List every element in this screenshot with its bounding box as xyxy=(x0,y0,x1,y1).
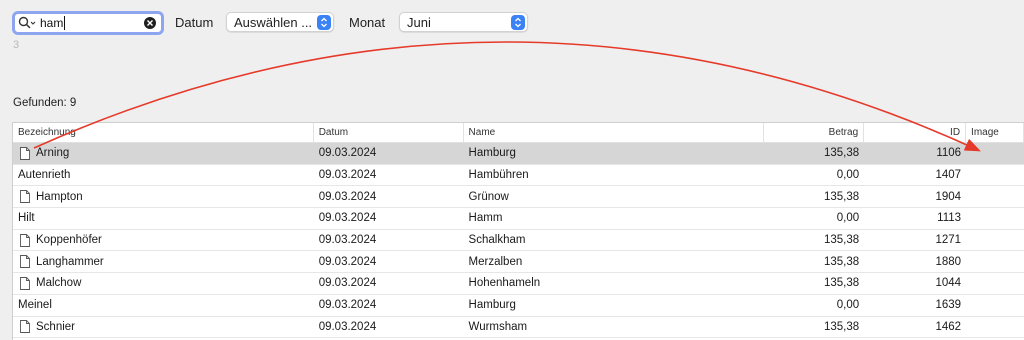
cell-datum: 09.03.2024 xyxy=(318,299,377,312)
cell-name: Merzalben xyxy=(468,255,523,268)
cell-name: Grünow xyxy=(468,190,509,203)
found-count: Gefunden: 9 xyxy=(13,97,77,109)
table-row[interactable]: Arning 09.03.2024 Hamburg 135,38 1106 xyxy=(13,143,1024,165)
search-field[interactable]: ham xyxy=(12,11,164,35)
cell-id: 1271 xyxy=(935,234,962,247)
cell-betrag: 135,38 xyxy=(823,147,860,160)
cell-betrag: 135,38 xyxy=(823,190,860,203)
monat-select-value: Juni xyxy=(407,14,431,30)
table-row[interactable]: Meinel 09.03.2024 Hamburg 0,00 1639 xyxy=(13,295,1024,317)
cell-image xyxy=(966,295,1024,316)
search-input[interactable]: ham xyxy=(40,16,143,31)
cell-image xyxy=(966,273,1024,294)
cell-name: Hamburg xyxy=(468,147,516,160)
cell-id: 1106 xyxy=(936,147,962,160)
cell-bezeichnung: Hilt xyxy=(18,212,35,225)
document-icon xyxy=(18,320,36,334)
cell-betrag: 135,38 xyxy=(823,255,860,268)
up-down-chevron-icon xyxy=(317,15,331,30)
document-icon xyxy=(18,146,36,160)
cell-betrag: 0,00 xyxy=(836,212,860,225)
cell-name: Wurmsham xyxy=(468,320,528,333)
cell-datum: 09.03.2024 xyxy=(318,212,377,225)
column-header-betrag[interactable]: Betrag xyxy=(764,123,865,143)
column-header-name[interactable]: Name xyxy=(464,123,765,143)
cell-bezeichnung: Langhammer xyxy=(13,251,314,272)
document-icon xyxy=(18,255,36,269)
table-row[interactable]: Koppenhöfer 09.03.2024 Schalkham 135,38 1271 xyxy=(13,230,1024,252)
search-icon[interactable] xyxy=(18,15,38,31)
datum-label: Datum xyxy=(175,15,214,30)
cell-image xyxy=(966,230,1024,251)
table-body: Arning 09.03.2024 Hamburg 135,38 1106 Autenri… xyxy=(13,143,1024,339)
cell-datum: 09.03.2024 xyxy=(318,190,377,203)
cell-datum: 09.03.2024 xyxy=(318,277,377,290)
cell-betrag: 135,38 xyxy=(823,234,860,247)
cell-name: Hamm xyxy=(468,212,503,225)
cell-betrag: 135,38 xyxy=(823,320,860,333)
table-row[interactable]: Hampton 09.03.2024 Grünow 135,38 1904 xyxy=(13,186,1024,209)
cell-betrag: 0,00 xyxy=(836,169,860,182)
cell-datum: 09.03.2024 xyxy=(318,255,377,268)
cell-bezeichnung: Arning xyxy=(13,143,314,164)
table-row[interactable]: Schnier 09.03.2024 Wurmsham 135,38 1462 xyxy=(13,317,1024,339)
cell-bezeichnung: Malchow xyxy=(13,273,314,294)
cell-name: Hohenhameln xyxy=(468,277,541,290)
faint-number: 3 xyxy=(13,39,20,51)
cell-bezeichnung: Meinel xyxy=(18,299,52,312)
cell-id: 1880 xyxy=(935,255,962,268)
cell-image xyxy=(966,208,1024,229)
document-icon xyxy=(18,277,36,290)
column-header-bezeichnung[interactable]: Bezeichnung xyxy=(13,123,314,143)
document-icon xyxy=(18,190,36,204)
cell-image xyxy=(966,186,1024,207)
cell-id: 1462 xyxy=(935,320,962,333)
cell-id: 1113 xyxy=(937,212,962,225)
cell-name: Hamburg xyxy=(468,299,516,312)
cell-image xyxy=(966,143,1024,164)
results-table: Bezeichnung Datum Name Betrag ID Image A… xyxy=(12,122,1024,340)
column-header-datum[interactable]: Datum xyxy=(314,123,464,143)
cell-bezeichnung: Autenrieth xyxy=(18,169,71,182)
table-row[interactable]: Langhammer 09.03.2024 Merzalben 135,38 1880 xyxy=(13,251,1024,274)
datum-select[interactable]: Auswählen ... xyxy=(226,12,334,32)
datum-select-value: Auswählen ... xyxy=(234,14,313,30)
cell-datum: 09.03.2024 xyxy=(318,169,377,182)
monat-select[interactable]: Juni xyxy=(399,12,528,32)
clear-icon[interactable] xyxy=(143,16,157,30)
cell-betrag: 0,00 xyxy=(836,299,860,312)
column-header-image[interactable]: Image xyxy=(966,123,1024,143)
cell-name: Schalkham xyxy=(468,234,526,247)
cell-betrag: 135,38 xyxy=(823,277,860,290)
table-row[interactable]: Malchow 09.03.2024 Hohenhameln 135,38 1044 xyxy=(13,273,1024,295)
cell-id: 1044 xyxy=(935,277,962,290)
document-icon xyxy=(18,233,36,247)
cell-datum: 09.03.2024 xyxy=(318,320,377,333)
cell-bezeichnung: Schnier xyxy=(13,317,314,338)
cell-bezeichnung: Hampton xyxy=(13,186,314,207)
table-header: Bezeichnung Datum Name Betrag ID Image xyxy=(13,123,1024,143)
cell-id: 1407 xyxy=(935,169,962,182)
cell-name: Hambühren xyxy=(468,169,529,182)
cell-datum: 09.03.2024 xyxy=(318,234,377,247)
monat-label: Monat xyxy=(349,15,386,30)
cell-id: 1904 xyxy=(935,190,962,203)
cell-image xyxy=(966,317,1024,338)
up-down-chevron-icon xyxy=(511,15,525,30)
table-row[interactable]: Hilt 09.03.2024 Hamm 0,00 1113 xyxy=(13,208,1024,230)
column-header-id[interactable]: ID xyxy=(864,123,967,143)
cell-bezeichnung: Koppenhöfer xyxy=(13,230,314,251)
cell-datum: 09.03.2024 xyxy=(318,147,377,160)
table-row[interactable]: Autenrieth 09.03.2024 Hambühren 0,00 1407 xyxy=(13,165,1024,187)
cell-id: 1639 xyxy=(935,299,962,312)
cell-image xyxy=(966,251,1024,272)
cell-image xyxy=(966,165,1024,186)
